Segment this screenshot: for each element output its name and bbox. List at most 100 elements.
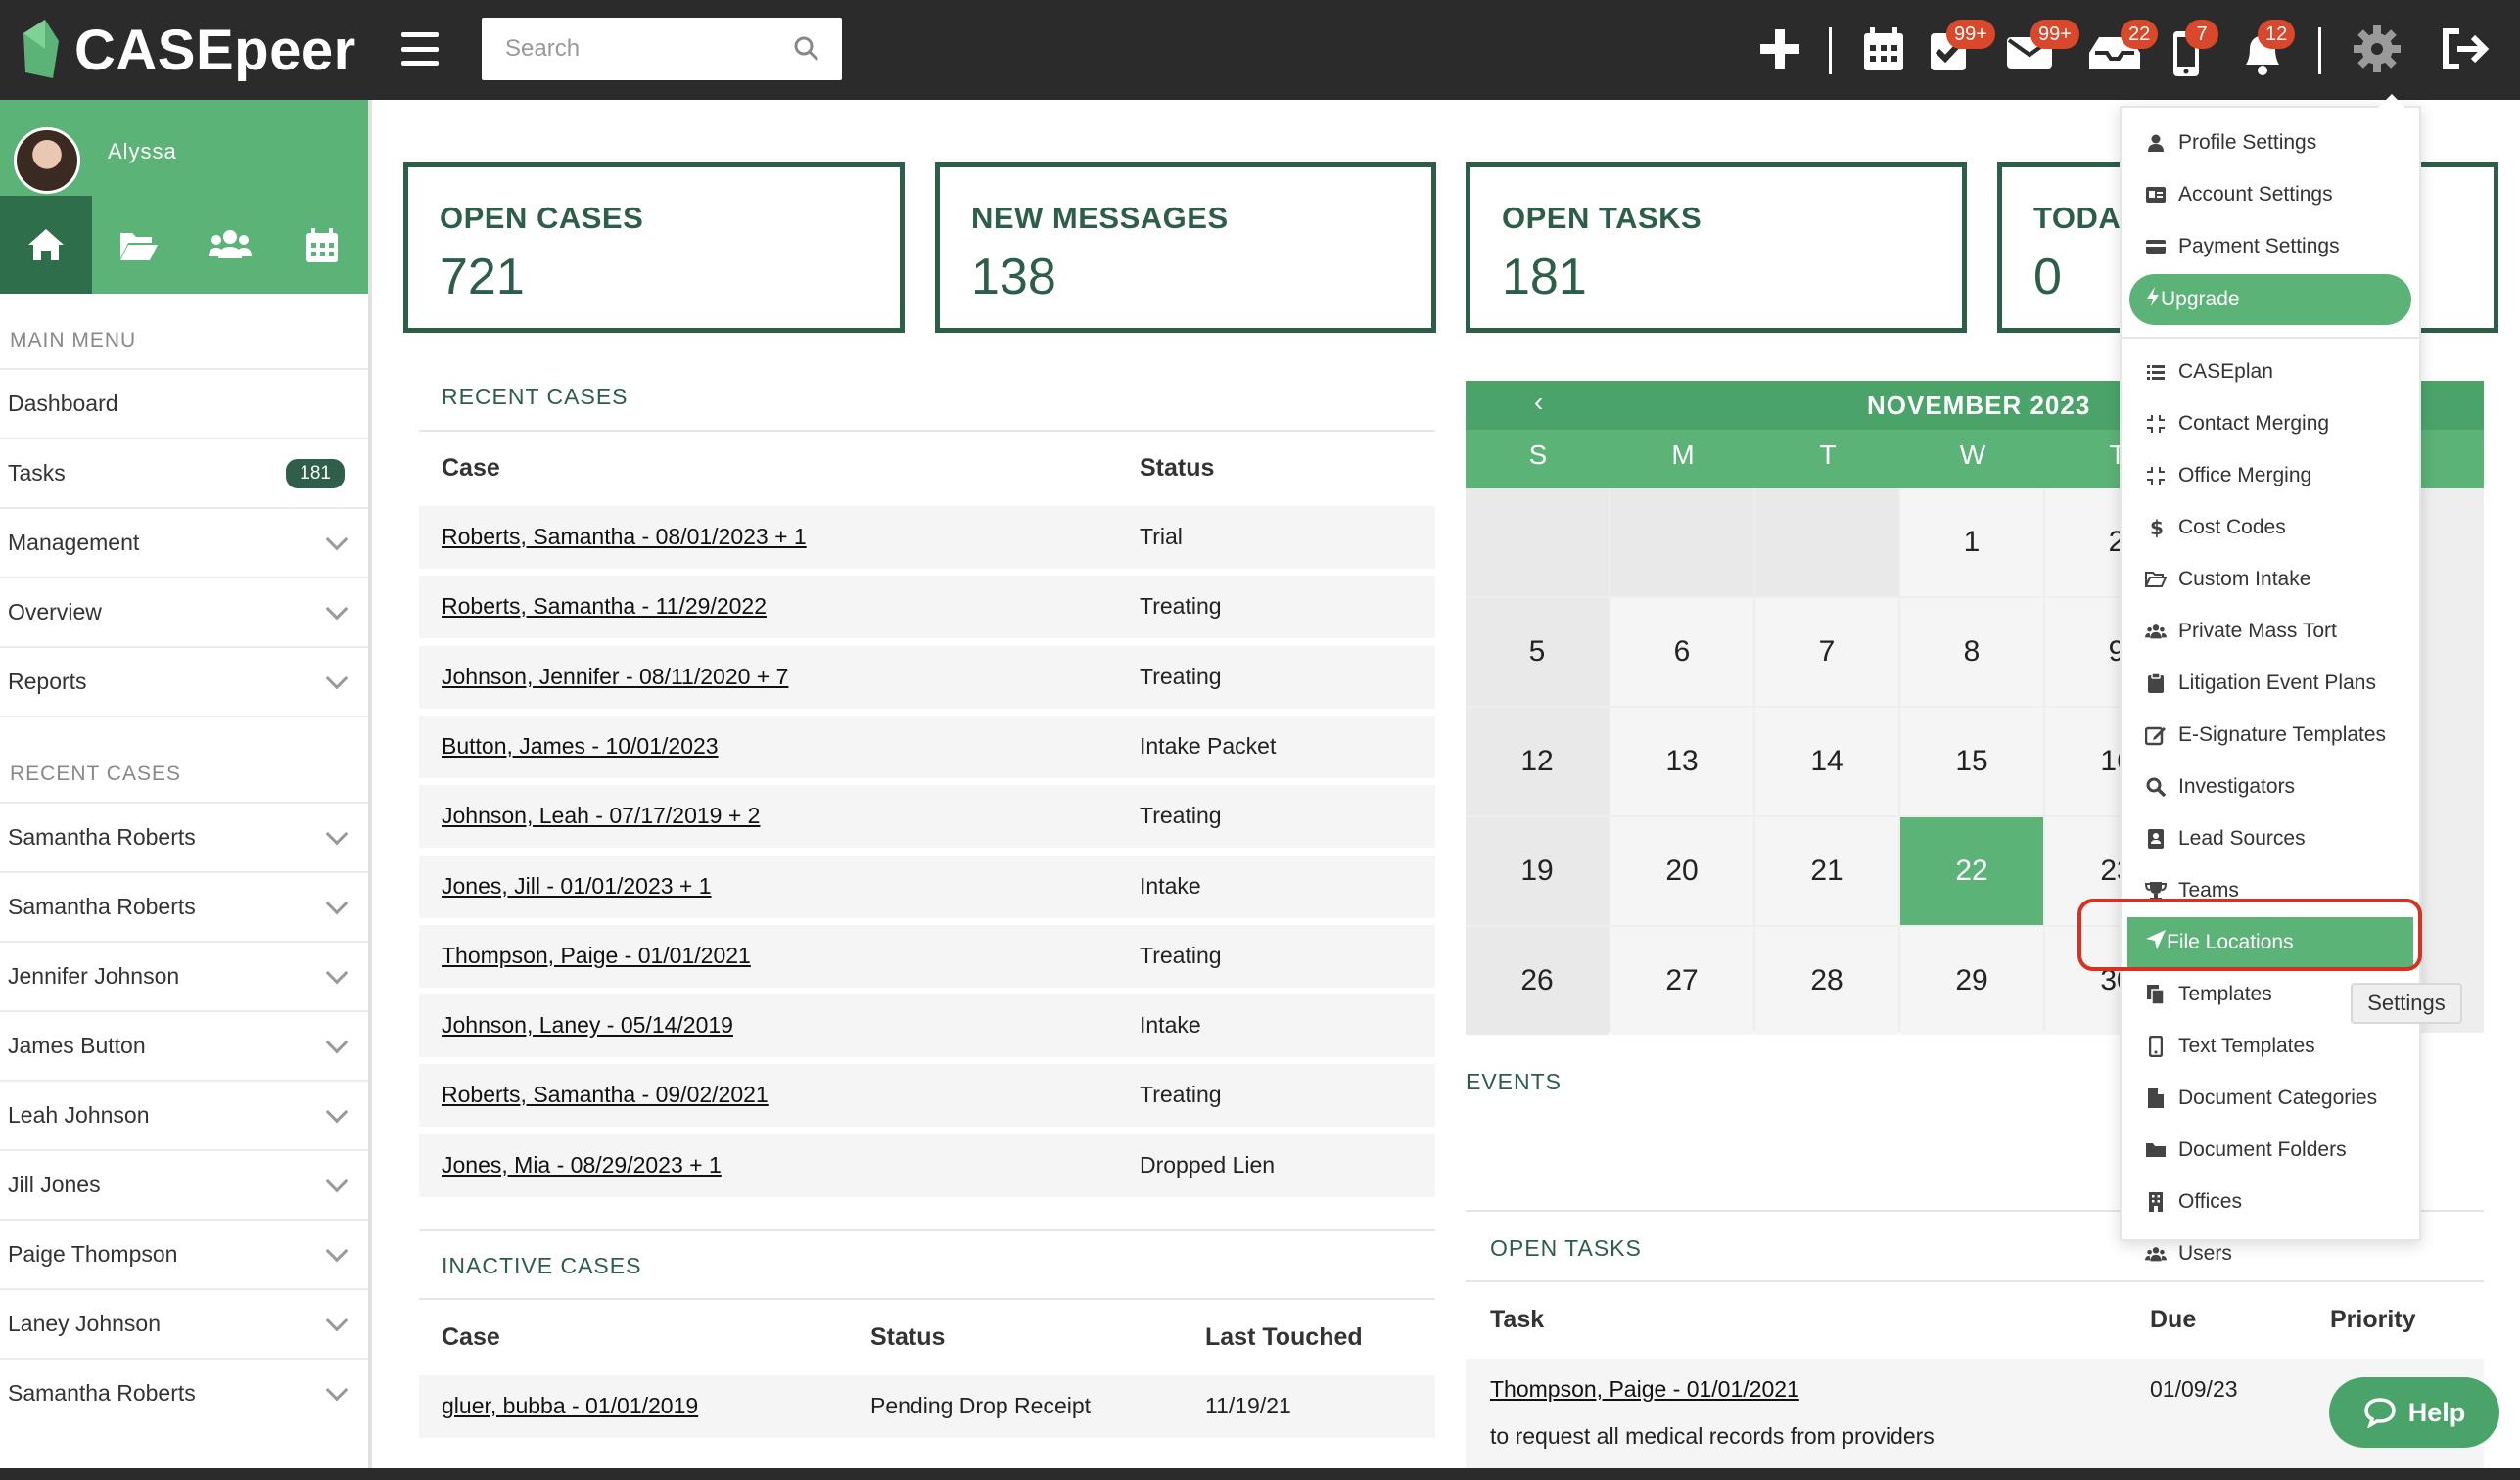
recent-case-link[interactable]: Johnson, Leah - 07/17/2019 + 2 [442,803,760,829]
folder-open-icon[interactable] [92,196,184,294]
recent-case-item[interactable]: Paige Thompson [0,1219,368,1288]
inbox-tray-icon[interactable]: 22 [2085,20,2159,76]
chevron-down-icon[interactable] [325,1309,349,1331]
sidebar-item-overview[interactable]: Overview [0,577,368,646]
recent-case-item[interactable]: Samantha Roberts [0,1358,368,1427]
menu-item-lead-sources[interactable]: Lead Sources [2145,819,2306,858]
chevron-down-icon[interactable] [325,1170,349,1192]
chevron-down-icon[interactable] [325,1378,349,1401]
open-tasks-title: OPEN TASKS [1490,1235,1642,1261]
help-button[interactable]: Help [2329,1377,2499,1448]
search-icon[interactable] [793,35,820,63]
sidebar-item-dashboard[interactable]: Dashboard [0,368,368,438]
menu-item-e-signature-templates[interactable]: E-Signature Templates [2145,716,2386,755]
menu-item-account-settings[interactable]: Account Settings [2145,175,2333,214]
add-new-icon[interactable] [1752,22,1807,76]
menu-item-profile-settings[interactable]: Profile Settings [2145,123,2316,162]
menu-item-payment-settings[interactable]: Payment Settings [2145,227,2340,266]
sidebar-item-reports[interactable]: Reports [0,646,368,716]
calendar-day[interactable]: 6 [1610,598,1753,706]
stat-card-open-cases[interactable]: OPEN CASES 721 [403,162,905,333]
users-group-icon[interactable] [184,196,276,294]
calendar-prev-icon[interactable]: ‹ [1534,387,1543,418]
calendar-day[interactable]: 28 [1755,927,1898,1035]
menu-item-caseplan[interactable]: CASEplan [2145,352,2273,392]
search-input[interactable] [482,18,775,80]
recent-case-item[interactable]: Samantha Roberts [0,871,368,941]
chevron-down-icon[interactable] [325,1100,349,1123]
logout-icon[interactable] [2436,22,2491,76]
calendar-day[interactable]: 5 [1466,598,1609,706]
calendar-icon[interactable] [1856,22,1911,76]
user-profile[interactable]: Alyssa [0,100,368,196]
menu-item-contact-merging[interactable]: Contact Merging [2145,404,2329,443]
calendar-icon[interactable] [276,196,368,294]
menu-item-private-mass-tort[interactable]: Private Mass Tort [2145,612,2337,651]
recent-case-link[interactable]: Roberts, Samantha - 11/29/2022 [442,593,767,620]
messages-envelope-icon[interactable]: 99+ [2003,20,2079,76]
recent-case-link[interactable]: Button, James - 10/01/2023 [442,733,719,760]
open-task-link[interactable]: Thompson, Paige - 01/01/2021 [1490,1376,1799,1403]
home-icon[interactable] [0,196,92,294]
stat-label: OPEN TASKS [1502,201,1703,235]
menu-item-litigation-event-plans[interactable]: Litigation Event Plans [2145,664,2376,703]
calendar-day[interactable]: 26 [1466,927,1609,1035]
menu-item-cost-codes[interactable]: $ Cost Codes [2145,508,2286,547]
calendar-day[interactable]: 15 [1900,708,2043,815]
chevron-down-icon[interactable] [325,961,349,984]
calendar-day[interactable]: 20 [1610,817,1753,925]
recent-case-item[interactable]: Jill Jones [0,1149,368,1219]
chevron-down-icon[interactable] [325,1031,349,1053]
calendar-day[interactable]: 12 [1466,708,1609,815]
recent-case-item[interactable]: Jennifer Johnson [0,941,368,1010]
tasks-check-icon[interactable]: 99+ [1925,20,1995,76]
notifications-bell-icon[interactable]: 12 [2236,20,2296,76]
menu-item-text-templates[interactable]: Text Templates [2145,1027,2315,1066]
recent-case-link[interactable]: Johnson, Laney - 05/14/2019 [442,1012,733,1039]
menu-item-document-folders[interactable]: Document Folders [2145,1131,2347,1170]
recent-case-link[interactable]: Roberts, Samantha - 09/02/2021 [442,1082,769,1108]
stat-card-open-tasks[interactable]: OPEN TASKS 181 [1466,162,1967,333]
hamburger-menu-icon[interactable] [401,32,439,66]
menu-item-users[interactable]: Users [2145,1234,2232,1273]
recent-case-link[interactable]: Thompson, Paige - 01/01/2021 [442,943,751,969]
avatar[interactable] [14,127,80,194]
calendar-day[interactable]: 22 [1900,817,2043,925]
calendar-day[interactable]: 19 [1466,817,1609,925]
recent-case-link[interactable]: Jones, Jill - 01/01/2023 + 1 [442,873,712,900]
chevron-down-icon[interactable] [325,1239,349,1262]
chevron-down-icon[interactable] [325,822,349,845]
sidebar-item-tasks[interactable]: Tasks 181 [0,438,368,507]
recent-case-link[interactable]: Roberts, Samantha - 08/01/2023 + 1 [442,524,807,550]
recent-case-item[interactable]: Samantha Roberts [0,802,368,871]
casepeer-logo[interactable]: CASEpeer [16,12,356,88]
menu-item-offices[interactable]: Offices [2145,1182,2242,1222]
stat-card-new-messages[interactable]: NEW MESSAGES 138 [935,162,1436,333]
chevron-down-icon[interactable] [325,892,349,914]
calendar-day[interactable]: 13 [1610,708,1753,815]
menu-item-file-locations[interactable]: File Locations [2127,917,2413,968]
menu-item-document-categories[interactable]: Document Categories [2145,1079,2377,1118]
recent-case-link[interactable]: Jones, Mia - 08/29/2023 + 1 [442,1152,722,1179]
menu-item-investigators[interactable]: Investigators [2145,767,2295,807]
recent-case-item[interactable]: Laney Johnson [0,1288,368,1358]
calendar-day[interactable]: 21 [1755,817,1898,925]
inactive-case-link[interactable]: gluer, bubba - 01/01/2019 [442,1393,698,1419]
settings-gear-icon[interactable] [2350,22,2404,76]
sidebar-item-management[interactable]: Management [0,507,368,577]
menu-item-custom-intake[interactable]: Custom Intake [2145,560,2310,599]
calendar-day[interactable]: 14 [1755,708,1898,815]
recent-case-link[interactable]: Johnson, Jennifer - 08/11/2020 + 7 [442,664,788,690]
upgrade-button[interactable]: Upgrade [2129,274,2411,325]
calendar-day[interactable]: 1 [1900,488,2043,596]
calendar-day[interactable]: 7 [1755,598,1898,706]
calendar-day[interactable]: 27 [1610,927,1753,1035]
calendar-day[interactable]: 8 [1900,598,2043,706]
mobile-phone-icon[interactable]: 7 [2160,20,2218,76]
recent-case-item[interactable]: James Button [0,1010,368,1080]
menu-item-teams[interactable]: Teams [2145,871,2239,910]
recent-case-item[interactable]: Leah Johnson [0,1080,368,1149]
menu-item-templates[interactable]: Templates [2145,975,2272,1014]
menu-item-office-merging[interactable]: Office Merging [2145,456,2311,495]
calendar-day[interactable]: 29 [1900,927,2043,1035]
